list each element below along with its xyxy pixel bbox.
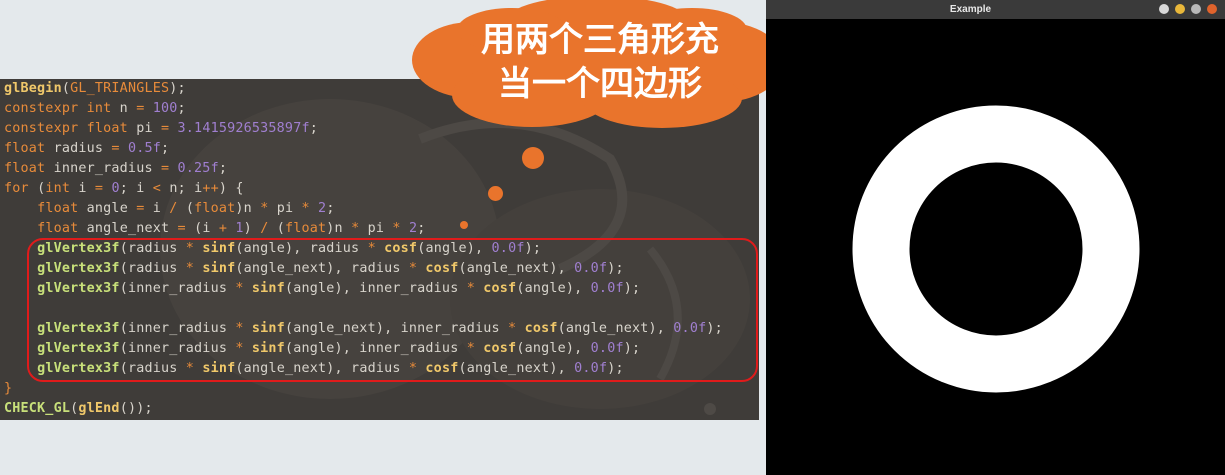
code-token: ; [309,121,318,136]
callout-line-1: 用两个三角形充 [481,20,719,60]
code-token: CHECK_GL [4,401,71,416]
code-token: } [4,381,13,396]
code-token: for [4,181,38,196]
code-token: constexpr int [4,101,120,116]
code-line: float angle_next = (i + 1) / (float)n * … [4,219,723,239]
code-token: * [301,201,319,216]
example-window: Example [766,0,1225,475]
code-token: float [37,201,87,216]
code-token: = [111,141,128,156]
code-token: )n [326,221,352,236]
code-token: ) [243,221,261,236]
code-token: i [78,181,95,196]
code-token: / [169,201,186,216]
code-token: GL_TRIANGLES [70,81,170,96]
callout-dot-large [522,147,544,169]
code-token: float [284,221,327,236]
code-token: angle_next [86,221,178,236]
minimize-button[interactable] [1175,4,1185,14]
code-token: ) { [218,181,244,196]
code-token: = [160,161,178,176]
code-token: 1 [235,221,244,236]
code-token: / [260,221,277,236]
code-token: + [218,221,236,236]
maximize-button[interactable] [1191,4,1201,14]
code-token: n; i [169,181,203,196]
code-token: float [37,221,87,236]
code-token: * [392,221,409,236]
code-token: = [136,201,153,216]
code-token: = [136,101,153,116]
up-icon[interactable] [1159,4,1169,14]
code-line: CHECK_GL(glEnd()); [4,399,723,419]
code-line: float radius = 0.5f; [4,139,723,159]
window-titlebar[interactable]: Example [766,0,1225,19]
code-token: 0 [111,181,120,196]
code-token: ( [61,81,71,96]
close-button[interactable] [1207,4,1217,14]
ring-shape [852,105,1140,393]
code-token: ; [161,141,170,156]
code-token: int [45,181,79,196]
code-token: ; [218,161,228,176]
code-token: pi [367,221,393,236]
code-token: = [161,121,178,136]
code-token: = [177,221,195,236]
code-token: = [94,181,112,196]
code-token: ( [276,221,285,236]
code-token: i [152,201,170,216]
code-token: float [4,161,54,176]
code-line: } [4,379,723,399]
code-token: 0.25f [177,161,219,176]
code-line: float angle = i / (float)n * pi * 2; [4,199,723,219]
code-token: < [152,181,170,196]
code-token: * [260,201,277,216]
code-token: angle [86,201,137,216]
code-token: ( [185,201,195,216]
code-token: float [4,141,54,156]
code-token: ; [417,221,426,236]
code-line: float inner_radius = 0.25f; [4,159,723,179]
code-token: inner_radius [53,161,161,176]
code-token: )n [235,201,261,216]
highlight-box [27,238,758,382]
code-token: glEnd [78,401,120,416]
code-token: constexpr float [4,121,137,136]
code-token: ()); [119,401,153,416]
code-token: 0.5f [127,141,162,156]
code-line: for (int i = 0; i < n; i++) { [4,179,723,199]
code-token: ; [177,101,186,116]
code-token: 100 [152,101,178,116]
callout-text: 用两个三角形充 当一个四边形 [440,18,760,106]
code-token: n [119,101,137,116]
code-token: ++ [202,181,219,196]
code-token: pi [276,201,302,216]
code-token: radius [53,141,112,156]
code-token: * [351,221,368,236]
code-token: ; [326,201,335,216]
code-token: 3.1415926535897f [177,121,310,136]
callout-dot-medium [488,186,503,201]
code-token: pi [136,121,161,136]
callout-line-2: 当一个四边形 [498,64,702,104]
code-token: ; i [119,181,153,196]
code-token: 2 [408,221,418,236]
window-title: Example [949,4,992,15]
code-token: ); [169,81,186,96]
code-token: glBegin [4,81,62,96]
code-token: float [194,201,236,216]
render-canvas [852,105,1140,393]
callout-dot-small [460,221,468,229]
code-token: (i [194,221,219,236]
